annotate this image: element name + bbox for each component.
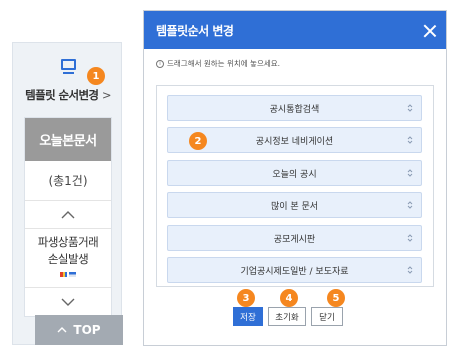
sort-handle-icon [407, 201, 413, 209]
tab-today-viewed[interactable]: 오늘본문서 [25, 118, 111, 161]
doc-count: (총1건) [25, 161, 111, 201]
flag-icon [60, 271, 67, 277]
drag-hint: i 드래그해서 원하는 위치에 놓으세요. [156, 58, 280, 69]
sort-handle-icon [407, 104, 413, 112]
sort-handle-icon [407, 169, 413, 177]
chevron-right-icon: > [101, 88, 112, 102]
step-badge-2: 2 [189, 132, 207, 150]
template-order-title[interactable]: 템플릿 순서변경 > [24, 87, 112, 103]
save-button[interactable]: 저장 [233, 307, 263, 326]
modal-header: 템플릿순서 변경 [144, 11, 446, 49]
template-row-6[interactable]: 기업공시제도일반 / 보도자료 [167, 257, 422, 283]
quick-menu-panel: 템플릿 순서변경 > 오늘본문서 (총1건) 파생상품거래 손실발생 TOP [12, 42, 123, 345]
row-label: 공시통합검색 [269, 104, 320, 115]
drag-hint-text: 드래그해서 원하는 위치에 놓으세요. [167, 59, 281, 68]
template-row-1[interactable]: 공시통합검색 [167, 95, 422, 121]
row-label: 오늘의 공시 [272, 169, 317, 180]
flag-icons [25, 270, 111, 278]
template-list: 공시통합검색 공시정보 네비게이션 오늘의 공시 많이 본 문서 공모게시판 기… [156, 85, 434, 287]
list-item[interactable]: 파생상품거래 손실발생 [25, 229, 111, 288]
quick-menu-inner: 템플릿 순서변경 > 오늘본문서 (총1건) 파생상품거래 손실발생 TOP [24, 53, 123, 345]
sort-handle-icon [407, 266, 413, 274]
template-order-label: 템플릿 순서변경 [25, 88, 99, 102]
modal-title: 템플릿순서 변경 [156, 23, 234, 38]
template-row-3[interactable]: 오늘의 공시 [167, 160, 422, 186]
close-icon[interactable] [423, 24, 436, 37]
top-button-label: TOP [73, 323, 101, 337]
reset-button[interactable]: 초기화 [268, 307, 306, 326]
chevron-up-icon [57, 327, 67, 333]
top-button[interactable]: TOP [35, 315, 123, 345]
row-label: 공시정보 네비게이션 [255, 136, 334, 147]
scroll-up-button[interactable] [25, 201, 111, 229]
step-badge-1: 1 [87, 67, 105, 85]
row-label: 많이 본 문서 [270, 201, 319, 212]
chevron-down-icon [61, 298, 75, 306]
info-icon: i [156, 59, 164, 68]
step-badge-4: 4 [280, 289, 298, 307]
scroll-down-button[interactable] [25, 288, 111, 316]
row-label: 기업공시제도일반 / 보도자료 [240, 266, 349, 277]
step-badge-3: 3 [237, 289, 255, 307]
modal-button-bar: 저장 초기화 닫기 [144, 307, 448, 326]
template-row-5[interactable]: 공모게시판 [167, 225, 422, 251]
recent-docs-card: 오늘본문서 (총1건) 파생상품거래 손실발생 [24, 117, 112, 317]
template-row-4[interactable]: 많이 본 문서 [167, 192, 422, 218]
sort-handle-icon [407, 234, 413, 242]
list-item-line2: 손실발생 [47, 252, 89, 266]
close-button[interactable]: 닫기 [311, 307, 343, 326]
sort-handle-icon [407, 136, 413, 144]
row-label: 공모게시판 [273, 234, 316, 245]
monitor-icon [58, 59, 78, 81]
flag-icon [69, 271, 76, 277]
list-item-line1: 파생상품거래 [37, 235, 99, 249]
step-badge-5: 5 [327, 289, 345, 307]
chevron-up-icon [61, 211, 75, 219]
